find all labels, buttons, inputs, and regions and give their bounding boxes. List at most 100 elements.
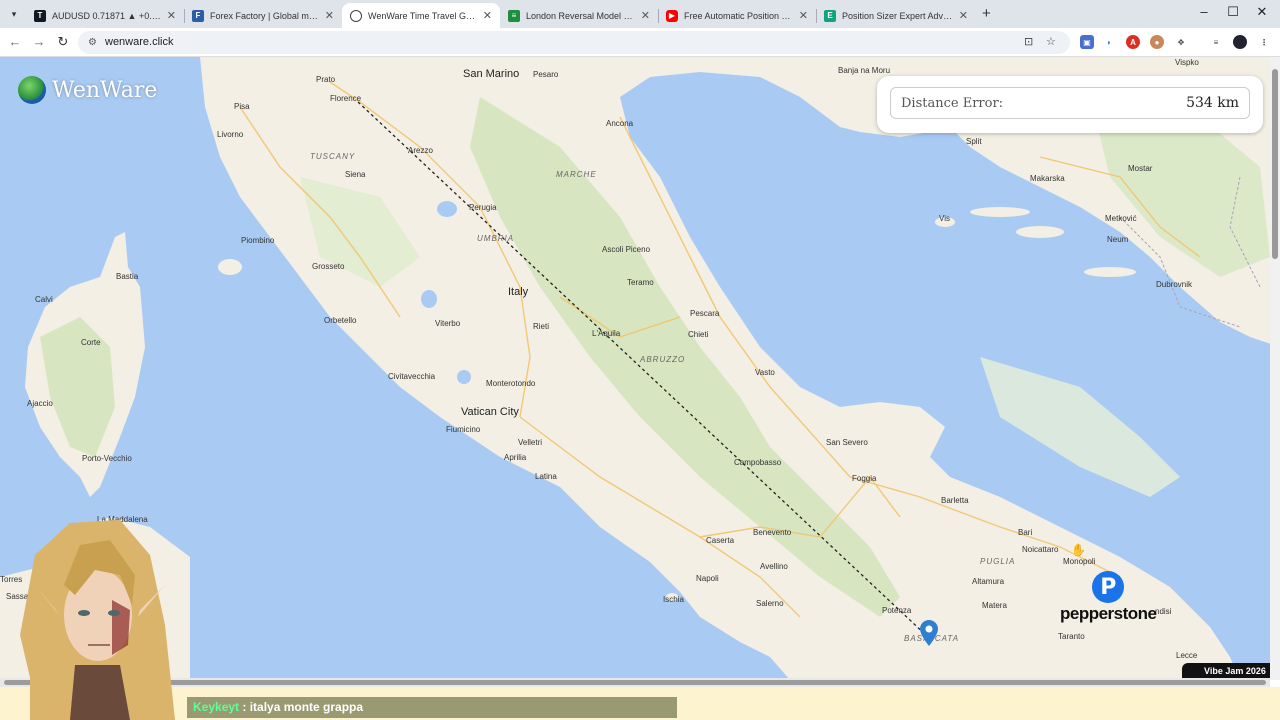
map-label: Ajaccio (27, 399, 53, 408)
doc-icon: E (824, 9, 836, 22)
translate-icon[interactable]: ⊡ (1024, 35, 1033, 48)
tab-search-button[interactable]: ▾ (6, 6, 22, 22)
map-label: Neum (1107, 235, 1129, 244)
map-label: Mostar (1128, 164, 1153, 173)
tab-title: AUDUSD 0.71871 ▲ +0.55% Au (52, 10, 167, 21)
tab-position-sizer[interactable]: E Position Sizer Expert Advisor fo ✕ (816, 3, 976, 28)
map-label: Matera (982, 601, 1007, 610)
distance-error-box: Distance Error: 534 km (890, 87, 1250, 119)
hand-cursor-icon: ✋ (1071, 543, 1086, 557)
region-label: ABRUZZO (640, 355, 686, 364)
close-tab-icon[interactable]: ✕ (799, 9, 808, 22)
map-label: Vasto (755, 368, 775, 377)
map-label: Caserta (706, 536, 735, 545)
map-label: Pescara (690, 309, 720, 318)
map-label: Prato (316, 75, 336, 84)
map-label: Porto-Vecchio (82, 454, 132, 463)
map-label: Grosseto (312, 262, 345, 271)
scrollbar-thumb[interactable] (4, 680, 1266, 685)
map-label: Split (966, 137, 982, 146)
address-bar[interactable]: ⚙ wenware.click ⊡ ☆ (78, 31, 1070, 54)
tab-london-reversal[interactable]: ≡ London Reversal Model Backte ✕ (500, 3, 658, 28)
globe-icon (18, 76, 46, 104)
map-label: Perugia (469, 203, 497, 212)
cookie-extension-icon[interactable]: ● (1150, 35, 1164, 49)
pepperstone-mark-icon: P (1092, 571, 1125, 603)
map-label: Ancona (606, 119, 634, 128)
distance-error-label: Distance Error: (901, 95, 1004, 111)
map-label: San Severo (826, 438, 868, 447)
map-label: Calvi (35, 295, 53, 304)
browser-toolbar: ← → ↻ ⚙ wenware.click ⊡ ☆ ▣ ◗ A ● ✥ ≡ ⋮ (0, 28, 1280, 57)
profile-avatar[interactable] (1233, 35, 1247, 49)
bookmark-star-icon[interactable]: ☆ (1046, 35, 1056, 48)
close-tab-icon[interactable]: ✕ (325, 9, 334, 22)
map-label: Vatican City (461, 406, 519, 418)
map-label: Orbetello (324, 316, 357, 325)
vertical-scrollbar[interactable] (1270, 57, 1280, 680)
tab-audusd[interactable]: T AUDUSD 0.71871 ▲ +0.55% Au ✕ (26, 3, 184, 28)
map-label: San Marino (463, 68, 520, 80)
map-label: Bari (1018, 528, 1033, 537)
pepperstone-logo[interactable]: P pepperstone (1060, 571, 1157, 624)
tab-wenware[interactable]: WenWare Time Travel GeoGues ✕ (342, 3, 500, 28)
chat-text: italya monte grappa (249, 700, 364, 714)
tab-title: London Reversal Model Backte (526, 10, 641, 21)
minimize-button[interactable]: – (1194, 4, 1214, 19)
scrollbar-thumb[interactable] (1272, 69, 1278, 259)
pepperstone-name: pepperstone (1060, 604, 1157, 623)
streamer-avatar (0, 515, 190, 720)
tab-title: Forex Factory | Global markets f (210, 10, 325, 21)
map-label: Taranto (1058, 632, 1085, 641)
audio-extension-icon[interactable]: ◗ (1102, 35, 1116, 49)
region-label: PUGLIA (980, 557, 1016, 566)
map-label: Siena (345, 170, 366, 179)
map-label: Barletta (941, 496, 969, 505)
map-label: Arezzo (408, 146, 433, 155)
extension-icon[interactable]: ▣ (1080, 35, 1094, 49)
forexfactory-icon: F (192, 9, 204, 22)
chat-separator: : (239, 700, 250, 714)
new-tab-button[interactable]: + (982, 5, 991, 22)
map-label: Pisa (234, 102, 250, 111)
horizontal-scrollbar[interactable] (0, 678, 1270, 687)
tab-title: WenWare Time Travel GeoGues (368, 10, 483, 21)
map-label: Vis (939, 214, 950, 223)
close-tab-icon[interactable]: ✕ (483, 9, 492, 22)
map-label: Monopoli (1063, 557, 1096, 566)
reload-button[interactable]: ↻ (54, 34, 72, 50)
extensions-puzzle-icon[interactable]: ✥ (1174, 35, 1188, 49)
close-tab-icon[interactable]: ✕ (167, 9, 176, 22)
map-label: Bastia (116, 272, 139, 281)
tab-position-lot-size[interactable]: ▶ Free Automatic Position Lot Siz ✕ (658, 3, 816, 28)
map-label: Napoli (696, 574, 719, 583)
tab-forexfactory[interactable]: F Forex Factory | Global markets f ✕ (184, 3, 342, 28)
close-window-button[interactable]: ✕ (1252, 4, 1272, 20)
forward-button[interactable]: → (30, 34, 48, 49)
tab-title: Free Automatic Position Lot Siz (684, 10, 799, 21)
map-label: Civitavecchia (388, 372, 436, 381)
location-pin-icon[interactable] (920, 620, 938, 651)
back-button[interactable]: ← (6, 34, 24, 49)
map-label: L'Aquila (592, 329, 621, 338)
menu-kebab-icon[interactable]: ⋮ (1257, 35, 1271, 49)
media-control-icon[interactable]: ≡ (1209, 35, 1223, 49)
region-label: TUSCANY (310, 152, 356, 161)
maximize-button[interactable]: ☐ (1223, 4, 1243, 20)
map-label: Altamura (972, 577, 1005, 586)
close-tab-icon[interactable]: ✕ (959, 9, 968, 22)
map-label: Avellino (760, 562, 788, 571)
tab-bar: ▾ T AUDUSD 0.71871 ▲ +0.55% Au ✕ F Forex… (0, 0, 1280, 28)
map-label: Salerno (756, 599, 784, 608)
distance-error-panel: Distance Error: 534 km (877, 76, 1263, 133)
site-info-icon[interactable]: ⚙ (88, 37, 97, 48)
close-tab-icon[interactable]: ✕ (641, 9, 650, 22)
map-label: Ascoli Piceno (602, 245, 651, 254)
globe-icon (350, 9, 362, 22)
map-label: Pesaro (533, 70, 559, 79)
adblock-icon[interactable]: A (1126, 35, 1140, 49)
map-label: Corte (81, 338, 101, 347)
map-label: Monterotondo (486, 379, 536, 388)
map-label: Vispko (1175, 58, 1199, 67)
wenware-logo[interactable]: WenWare (18, 76, 157, 104)
